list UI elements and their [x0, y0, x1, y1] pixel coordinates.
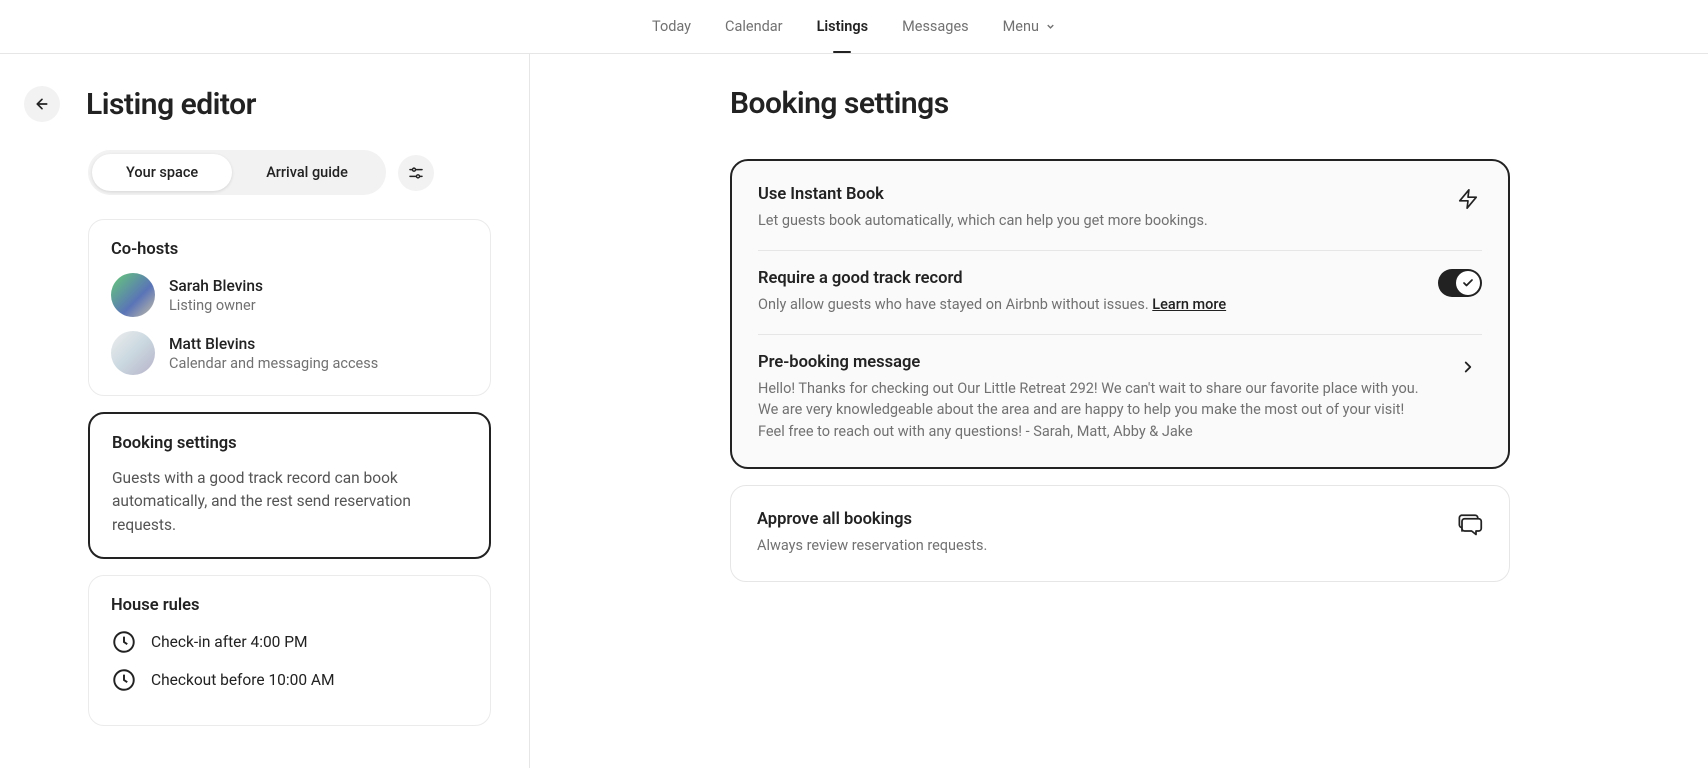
instant-book-card[interactable]: Use Instant Book Let guests book automat…	[730, 159, 1510, 469]
left-scroll-area[interactable]: Co-hosts Sarah Blevins Listing owner Mat…	[88, 219, 505, 745]
booking-settings-title: Booking settings	[730, 86, 1668, 121]
cohost-role: Calendar and messaging access	[169, 355, 378, 372]
checkout-text: Checkout before 10:00 AM	[151, 671, 335, 689]
track-record-desc-text: Only allow guests who have stayed on Air…	[758, 296, 1152, 313]
cohost-row: Matt Blevins Calendar and messaging acce…	[111, 331, 468, 375]
top-nav: Today Calendar Listings Messages Menu	[0, 0, 1708, 54]
instant-book-desc: Let guests book automatically, which can…	[758, 210, 1434, 232]
lightning-icon	[1454, 185, 1482, 213]
booking-settings-card[interactable]: Booking settings Guests with a good trac…	[88, 412, 491, 559]
cohosts-title: Co-hosts	[111, 240, 468, 259]
chevron-right-icon[interactable]	[1454, 353, 1482, 381]
cohost-role: Listing owner	[169, 297, 263, 314]
prebooking-heading: Pre-booking message	[758, 353, 1434, 372]
track-record-heading: Require a good track record	[758, 269, 1418, 288]
track-record-toggle[interactable]	[1438, 269, 1482, 297]
nav-menu[interactable]: Menu	[1003, 14, 1056, 39]
track-record-desc: Only allow guests who have stayed on Air…	[758, 294, 1418, 316]
nav-menu-label: Menu	[1003, 18, 1039, 35]
clock-icon	[111, 629, 137, 655]
tab-your-space[interactable]: Your space	[92, 154, 232, 191]
cohost-row: Sarah Blevins Listing owner	[111, 273, 468, 317]
arrow-left-icon	[34, 96, 50, 112]
nav-today[interactable]: Today	[652, 14, 691, 39]
instant-book-heading: Use Instant Book	[758, 185, 1434, 204]
editor-tabs: Your space Arrival guide	[88, 150, 386, 195]
cohost-name: Matt Blevins	[169, 335, 378, 353]
clock-icon	[111, 667, 137, 693]
left-pane: Listing editor Your space Arrival guide …	[0, 54, 530, 768]
avatar	[111, 331, 155, 375]
cohost-name: Sarah Blevins	[169, 277, 263, 295]
nav-listings[interactable]: Listings	[817, 14, 869, 39]
check-icon	[1462, 277, 1474, 289]
back-button[interactable]	[24, 86, 60, 122]
learn-more-link[interactable]: Learn more	[1152, 296, 1226, 313]
nav-calendar[interactable]: Calendar	[725, 14, 783, 39]
right-pane: Booking settings Use Instant Book Let gu…	[530, 54, 1708, 768]
approve-all-card[interactable]: Approve all bookings Always review reser…	[730, 485, 1510, 582]
rule-row: Checkout before 10:00 AM	[111, 667, 468, 693]
page-title: Listing editor	[86, 87, 256, 122]
house-rules-card[interactable]: House rules Check-in after 4:00 PM Check…	[88, 575, 491, 726]
tab-arrival-guide[interactable]: Arrival guide	[232, 154, 382, 191]
sliders-icon	[408, 165, 424, 181]
prebooking-desc: Hello! Thanks for checking out Our Littl…	[758, 378, 1434, 443]
filter-button[interactable]	[398, 155, 434, 191]
cohosts-card[interactable]: Co-hosts Sarah Blevins Listing owner Mat…	[88, 219, 491, 396]
rule-row: Check-in after 4:00 PM	[111, 629, 468, 655]
nav-messages[interactable]: Messages	[902, 14, 969, 39]
booking-settings-card-desc: Guests with a good track record can book…	[112, 467, 467, 537]
checkin-text: Check-in after 4:00 PM	[151, 633, 308, 651]
approve-all-desc: Always review reservation requests.	[757, 535, 1435, 557]
house-rules-title: House rules	[111, 596, 468, 615]
approve-all-heading: Approve all bookings	[757, 510, 1435, 529]
messages-icon	[1455, 510, 1483, 538]
booking-settings-card-title: Booking settings	[112, 434, 467, 453]
chevron-down-icon	[1045, 21, 1056, 32]
avatar	[111, 273, 155, 317]
